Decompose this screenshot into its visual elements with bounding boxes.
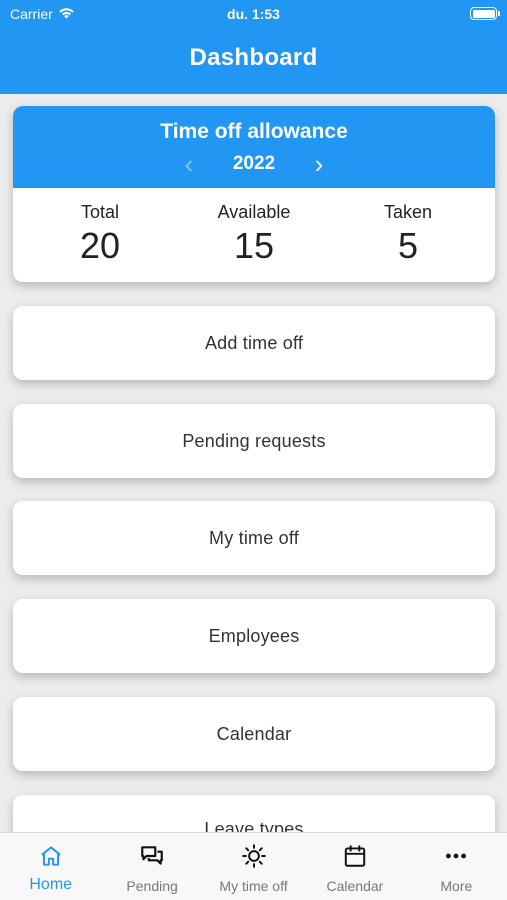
leave-types-button[interactable]: Leave types: [13, 795, 495, 832]
stat-taken: Taken 5: [338, 202, 478, 267]
calendar-button[interactable]: Calendar: [13, 697, 495, 771]
stat-available: Available 15: [184, 202, 324, 267]
stat-label: Available: [217, 202, 291, 222]
tab-calendar[interactable]: Calendar: [304, 833, 405, 900]
tab-my-time-off[interactable]: My time off: [203, 833, 304, 900]
employees-button[interactable]: Employees: [13, 599, 495, 673]
previous-year-chevron-icon[interactable]: ‹: [168, 151, 210, 177]
stat-value: 15: [233, 225, 275, 266]
tab-label: Pending: [126, 878, 178, 894]
tab-label: Calendar: [326, 878, 384, 894]
tab-label: More: [440, 878, 473, 894]
allowance-stats: Total 20 Available 15 Taken 5: [13, 188, 495, 267]
sun-icon: [241, 843, 267, 874]
status-bar: Carrier du. 1:53: [0, 0, 507, 28]
allowance-title: Time off allowance: [160, 120, 348, 143]
my-time-off-button[interactable]: My time off: [13, 501, 495, 575]
tab-label: Home: [29, 876, 73, 893]
next-year-chevron-icon[interactable]: ›: [298, 151, 340, 177]
tab-home[interactable]: Home: [0, 833, 101, 900]
stat-label: Total: [80, 202, 120, 222]
page-title: Dashboard: [189, 44, 318, 71]
tab-pending[interactable]: Pending: [101, 833, 202, 900]
bottom-tab-bar: Home Pending My time off Calendar More: [0, 832, 507, 900]
more-dots-icon: [443, 843, 469, 874]
dashboard-content[interactable]: Time off allowance ‹ 2022 › Total 20 Ava…: [0, 94, 507, 832]
app-bar: Carrier du. 1:53 Dashboard: [0, 0, 507, 94]
year-label: 2022: [232, 153, 276, 174]
stat-value: 20: [79, 225, 121, 266]
add-time-off-button[interactable]: Add time off: [13, 306, 495, 380]
tab-label: My time off: [219, 878, 288, 894]
tab-more[interactable]: More: [406, 833, 507, 900]
stat-label: Taken: [383, 202, 433, 222]
stat-value: 5: [397, 225, 419, 266]
year-selector: ‹ 2022 ›: [13, 151, 495, 177]
stat-total: Total 20: [30, 202, 170, 267]
battery-icon: [470, 7, 500, 20]
status-time: du. 1:53: [227, 6, 280, 22]
calendar-icon: [342, 843, 368, 874]
home-icon: [38, 843, 64, 874]
time-off-allowance-card: Time off allowance ‹ 2022 › Total 20 Ava…: [13, 106, 495, 282]
chat-bubbles-icon: [139, 843, 165, 874]
pending-requests-button[interactable]: Pending requests: [13, 404, 495, 478]
